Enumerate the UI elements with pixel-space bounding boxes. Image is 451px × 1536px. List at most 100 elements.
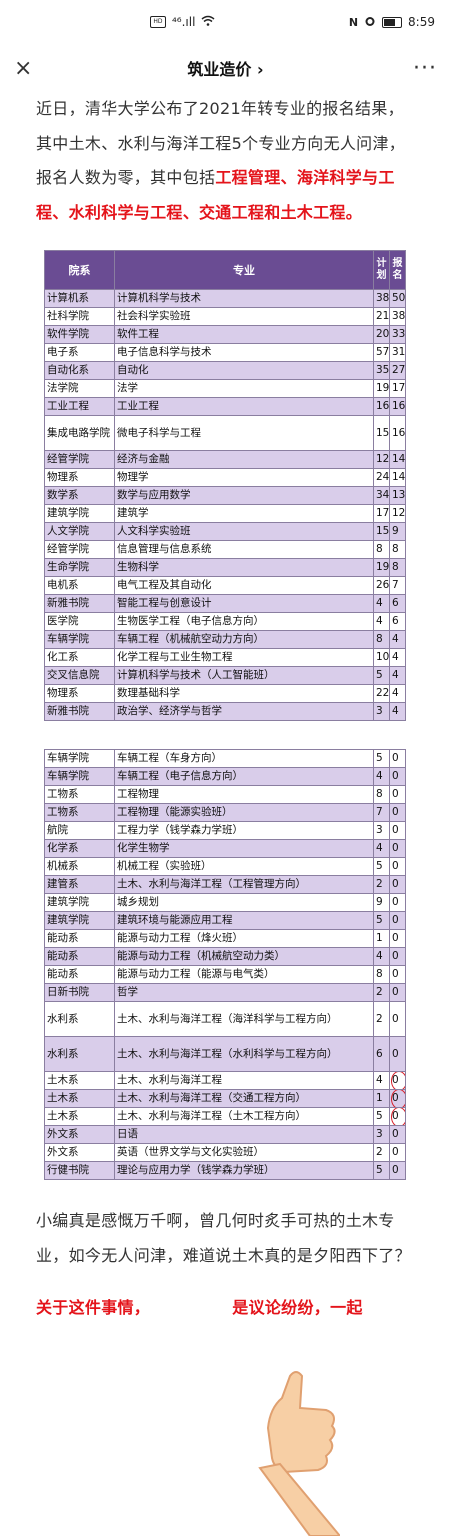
- cell-dept: 能动系: [44, 965, 115, 984]
- cell-plan: 8: [373, 965, 390, 984]
- table-row: 软件学院 软件工程 20 33: [44, 325, 406, 344]
- status-left: HD ⁴⁶.ıll: [150, 15, 215, 29]
- cell-major: 计算机科学与技术: [114, 289, 374, 308]
- cell-major: 信息管理与信息系统: [114, 540, 374, 559]
- cell-dept: 工物系: [44, 785, 115, 804]
- cell-major: 电子信息科学与技术: [114, 343, 374, 362]
- header-plan: 计划: [373, 250, 390, 290]
- table-row: 土木系 土木、水利与海洋工程（土木工程方向） 5 0: [44, 1107, 406, 1126]
- cell-dept: 机械系: [44, 857, 115, 876]
- more-icon[interactable]: ···: [407, 56, 437, 81]
- cell-plan: 9: [373, 893, 390, 912]
- cell-plan: 3: [373, 702, 390, 721]
- table-row: 车辆学院 车辆工程（机械航空动力方向） 8 4: [44, 630, 406, 649]
- account-title-link[interactable]: 筑业造价 ›: [187, 56, 263, 80]
- table-row: 车辆学院 车辆工程（车身方向） 5 0: [44, 749, 406, 768]
- signal-icon: ⁴⁶.ıll: [172, 15, 196, 29]
- table-row: 能动系 能源与动力工程（烽火班） 1 0: [44, 929, 406, 948]
- article-body: 近日，清华大学公布了2021年转专业的报名结果，其中土木、水利与海洋工程5个专业…: [0, 92, 451, 1326]
- table-row: 经管学院 经济与金融 12 14: [44, 450, 406, 469]
- cell-apply: 0: [389, 1125, 406, 1144]
- cell-major: 化学工程与工业生物工程: [114, 648, 374, 667]
- cell-plan: 24: [373, 468, 390, 487]
- cell-dept: 建筑学院: [44, 893, 115, 912]
- thumbs-up-sticker: [258, 1371, 340, 1536]
- cell-apply: 0: [389, 839, 406, 858]
- cell-apply: 0: [389, 965, 406, 984]
- cell-major: 城乡规划: [114, 893, 374, 912]
- cell-dept: 建筑学院: [44, 504, 115, 523]
- cell-apply: 16: [389, 415, 406, 451]
- cell-dept: 医学院: [44, 612, 115, 631]
- table-row: 医学院 生物医学工程（电子信息方向） 4 6: [44, 612, 406, 631]
- cell-apply: 0: [389, 929, 406, 948]
- cell-apply: 0: [389, 1036, 406, 1072]
- cell-apply: 7: [389, 576, 406, 595]
- cell-dept: 能动系: [44, 947, 115, 966]
- cell-dept: 车辆学院: [44, 749, 115, 768]
- cell-apply: 31: [389, 343, 406, 362]
- table-row: 土木系 土木、水利与海洋工程（交通工程方向） 1 0: [44, 1089, 406, 1108]
- cell-apply: 0: [389, 767, 406, 786]
- cell-major: 车辆工程（机械航空动力方向）: [114, 630, 374, 649]
- cell-major: 数理基础科学: [114, 684, 374, 703]
- table-row: 生命学院 生物科学 19 8: [44, 558, 406, 577]
- cell-major: 政治学、经济学与哲学: [114, 702, 374, 721]
- cell-major: 工程力学（钱学森力学班）: [114, 821, 374, 840]
- cell-apply: 0: [389, 785, 406, 804]
- table-row: 新雅书院 智能工程与创意设计 4 6: [44, 594, 406, 613]
- cell-dept: 土木系: [44, 1107, 115, 1126]
- cell-plan: 2: [373, 1001, 390, 1037]
- cell-dept: 能动系: [44, 929, 115, 948]
- cell-major: 法学: [114, 379, 374, 398]
- table-row: 法学院 法学 19 17: [44, 379, 406, 398]
- cell-plan: 15: [373, 522, 390, 541]
- cell-apply: 50: [389, 289, 406, 308]
- cell-plan: 5: [373, 749, 390, 768]
- transfer-table-bottom: 车辆学院 车辆工程（车身方向） 5 0 车辆学院 车辆工程（电子信息方向） 4 0 工物系 工程物…: [44, 749, 406, 1180]
- cell-plan: 4: [373, 1071, 390, 1090]
- close-icon[interactable]: ×: [14, 56, 44, 81]
- cell-apply: 4: [389, 684, 406, 703]
- cell-apply: 0: [389, 857, 406, 876]
- cell-dept: 物理系: [44, 468, 115, 487]
- cell-dept: 数学系: [44, 486, 115, 505]
- cell-dept: 外文系: [44, 1125, 115, 1144]
- cell-plan: 10: [373, 648, 390, 667]
- cell-apply: 0: [389, 1161, 406, 1180]
- cell-plan: 1: [373, 1089, 390, 1108]
- intro-paragraph: 近日，清华大学公布了2021年转专业的报名结果，其中土木、水利与海洋工程5个专业…: [36, 92, 415, 230]
- cell-apply: 27: [389, 361, 406, 380]
- cell-major: 日语: [114, 1125, 374, 1144]
- table-row: 水利系 土木、水利与海洋工程（海洋科学与工程方向） 2 0: [44, 1001, 406, 1037]
- cell-plan: 20: [373, 325, 390, 344]
- cell-plan: 4: [373, 839, 390, 858]
- cell-plan: 4: [373, 767, 390, 786]
- cell-major: 能源与动力工程（机械航空动力类）: [114, 947, 374, 966]
- cell-plan: 16: [373, 397, 390, 416]
- cell-dept: 工物系: [44, 803, 115, 822]
- table-row: 建管系 土木、水利与海洋工程（工程管理方向） 2 0: [44, 875, 406, 894]
- cell-apply: 0: [389, 947, 406, 966]
- table-row: 化学系 化学生物学 4 0: [44, 839, 406, 858]
- cell-dept: 土木系: [44, 1071, 115, 1090]
- cell-plan: 8: [373, 630, 390, 649]
- table-row: 建筑学院 建筑环境与能源应用工程 5 0: [44, 911, 406, 930]
- cell-dept: 工业工程: [44, 397, 115, 416]
- cell-major: 能源与动力工程（能源与电气类）: [114, 965, 374, 984]
- cell-apply: 0: [389, 1001, 406, 1037]
- cell-apply: 0: [389, 1107, 406, 1126]
- alarm-icon: [364, 15, 376, 30]
- cell-plan: 26: [373, 576, 390, 595]
- status-time: 8:59: [408, 15, 435, 29]
- table-row: 物理系 数理基础科学 22 4: [44, 684, 406, 703]
- cell-dept: 人文学院: [44, 522, 115, 541]
- cell-apply: 6: [389, 594, 406, 613]
- cell-apply: 0: [389, 875, 406, 894]
- cell-major: 工程物理: [114, 785, 374, 804]
- cell-apply: 13: [389, 486, 406, 505]
- cell-major: 英语（世界文学与文化实验班）: [114, 1143, 374, 1162]
- cell-dept: 经管学院: [44, 540, 115, 559]
- cell-dept: 社科学院: [44, 307, 115, 326]
- cell-dept: 软件学院: [44, 325, 115, 344]
